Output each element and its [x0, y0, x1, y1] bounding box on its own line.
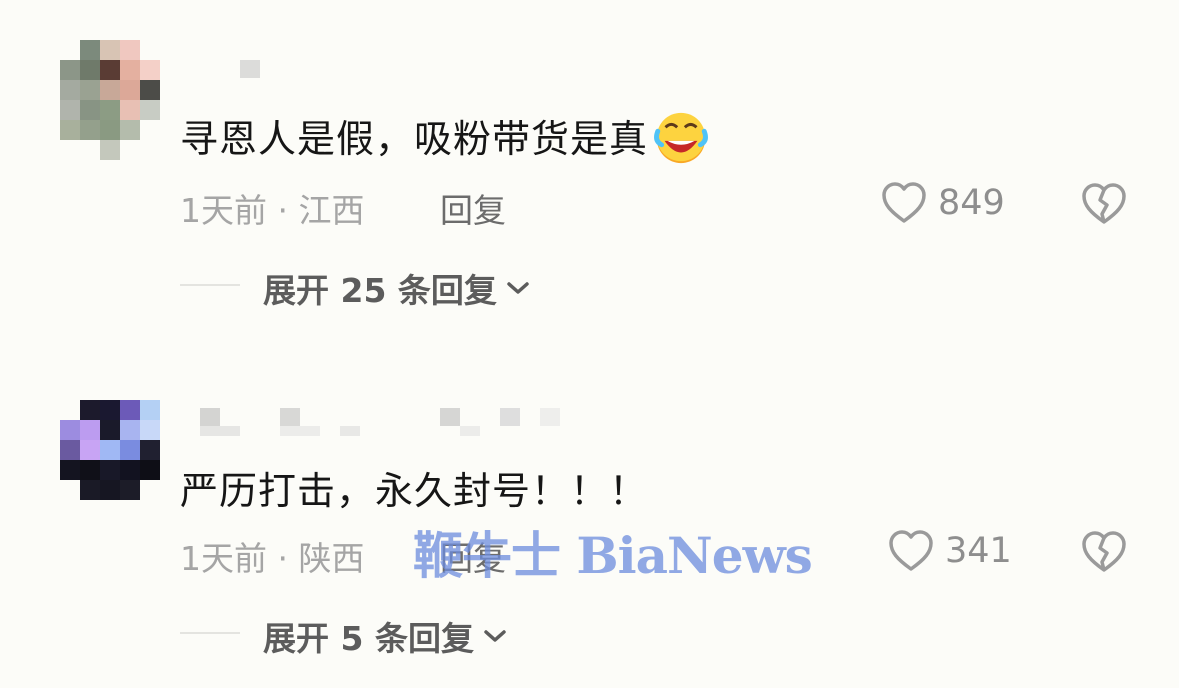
comment-time: 1天前	[180, 539, 267, 578]
like-count: 341	[945, 531, 1012, 571]
comment-text: 严历打击，永久封号！！！	[180, 469, 649, 513]
heart-icon	[889, 530, 933, 571]
rolling-on-floor-laughing-emoji	[654, 112, 708, 164]
reply-button[interactable]: 回复	[440, 184, 506, 232]
comment-text: 寻恩人是假，吸粉带货是真	[180, 108, 710, 166]
comment-location: 江西	[298, 191, 365, 230]
heart-icon	[882, 182, 926, 223]
meta-separator: ·	[277, 539, 289, 578]
expand-replies-label: 展开 5 条回复	[263, 619, 474, 658]
avatar[interactable]	[60, 40, 160, 160]
expand-replies-label: 展开 25 条回复	[263, 271, 497, 310]
chevron-down-icon	[507, 282, 529, 294]
watermark: 鞭牛士 BiaNews	[413, 526, 813, 585]
comment-item: 寻恩人是假，吸粉带货是真 1天前 · 江西 回复 849 展开 25 条回复	[0, 0, 1179, 340]
like-count: 849	[938, 183, 1005, 223]
expand-replies-button[interactable]: 展开 5 条回复	[263, 612, 508, 660]
expand-replies-button[interactable]: 展开 25 条回复	[263, 264, 531, 312]
comment-meta: 1天前 · 江西	[180, 184, 365, 232]
broken-heart-icon[interactable]	[1080, 529, 1128, 575]
broken-heart-icon[interactable]	[1080, 181, 1128, 227]
like-button[interactable]: 341	[887, 528, 1012, 574]
comment-location: 陕西	[298, 539, 365, 578]
chevron-down-icon	[484, 630, 506, 642]
divider	[180, 284, 240, 286]
comment-meta: 1天前 · 陕西	[180, 532, 365, 580]
like-button[interactable]: 849	[880, 180, 1005, 226]
divider	[180, 632, 240, 634]
meta-separator: ·	[277, 191, 289, 230]
avatar[interactable]	[60, 400, 160, 500]
comment-time: 1天前	[180, 191, 267, 230]
